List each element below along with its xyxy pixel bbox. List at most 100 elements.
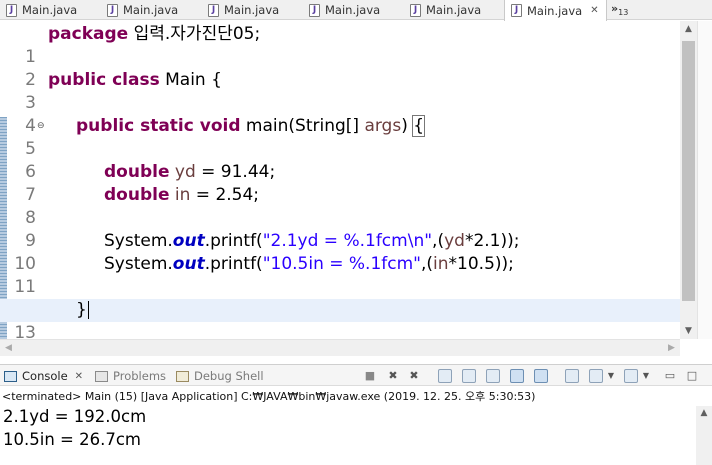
variable-in: in [433, 254, 449, 274]
printf-call: .printf( [204, 231, 263, 251]
text-caret [87, 301, 89, 319]
display-console-icon[interactable] [589, 369, 603, 383]
code-line-9: 9 [0, 207, 680, 251]
tab-problems[interactable]: Problems [95, 365, 166, 387]
string-literal: "10.5in = %.1fcm" [262, 254, 421, 274]
remove-launch-icon[interactable]: ✖ [386, 369, 400, 383]
editor-tab-6-active[interactable]: J Main.java ✕ [504, 0, 607, 21]
overview-ruler [697, 21, 712, 339]
scroll-up-icon[interactable]: ▲ [680, 21, 697, 37]
editor-tab-2[interactable]: J Main.java [101, 0, 178, 20]
out-field: out [172, 254, 205, 274]
close-tab-icon[interactable]: ✕ [590, 5, 598, 16]
printf-args: *10.5)); [448, 254, 514, 274]
code-line-11: 11 System.out.printf("10.5in = %.1fcm",(… [0, 253, 680, 297]
assignment: = 91.44; [195, 162, 276, 182]
close-tab-icon[interactable]: ✕ [75, 371, 83, 382]
terminate-icon[interactable]: ■ [363, 369, 377, 383]
editor-horizontal-scrollbar[interactable]: ◀ ▶ [0, 339, 680, 356]
problems-tab-label: Problems [113, 369, 167, 383]
java-file-icon: J [208, 3, 219, 17]
editor-tab-3[interactable]: J Main.java [202, 0, 279, 20]
show-console-on-error-icon[interactable] [534, 369, 548, 383]
console-output-line: 10.5in = 26.7cm [3, 430, 141, 449]
maximize-icon[interactable]: □ [685, 369, 699, 383]
tab-overflow-button[interactable]: »13 [611, 2, 628, 17]
java-file-icon: J [410, 3, 421, 17]
scroll-up-icon[interactable]: ▲ [696, 408, 712, 418]
fold-collapse-icon[interactable]: ⊖ [37, 115, 45, 138]
code-line-12: 12 [0, 276, 680, 320]
debug-shell-icon [176, 370, 189, 382]
closing-brace: } [76, 300, 87, 320]
console-output[interactable]: 2.1yd = 192.0cm 10.5in = 26.7cm [0, 407, 696, 465]
editor-tab-label: Main.java [426, 3, 482, 17]
variable-yd: yd [444, 231, 465, 251]
scroll-down-icon[interactable]: ▼ [680, 323, 697, 339]
scroll-left-icon[interactable]: ◀ [0, 340, 17, 357]
remove-all-launches-icon[interactable]: ✖ [407, 369, 421, 383]
string-literal: "2.1yd = %.1fcm\n" [262, 231, 433, 251]
code-line-1: 1 package 입력.자가진단05; [0, 23, 680, 67]
chevron-down-icon[interactable]: ▼ [604, 369, 618, 383]
code-line-13-current: 13 } [0, 299, 680, 341]
chevron-down-icon[interactable]: ▼ [639, 369, 653, 383]
scroll-right-icon[interactable]: ▶ [663, 340, 680, 357]
console-output-line: 2.1yd = 192.0cm [3, 407, 147, 426]
overflow-count: 13 [618, 8, 629, 18]
open-console-icon[interactable] [624, 369, 638, 383]
class-declaration: Main { [159, 70, 222, 90]
console-view-toolbar: Console ✕ Problems Debug Shell ■ ✖ ✖ ▼ ▼… [0, 364, 712, 386]
editor-tab-label: Main.java [123, 3, 179, 17]
editor-tab-1[interactable]: J Main.java [0, 0, 77, 20]
editor-tab-label: Main.java [325, 3, 381, 17]
code-editor[interactable]: 1 package 입력.자가진단05; 2 3 public class Ma… [0, 21, 712, 341]
system-class: System. [104, 231, 173, 251]
code-line-4: 4 [0, 92, 680, 136]
show-console-on-output-icon[interactable] [510, 369, 524, 383]
clear-console-icon[interactable] [438, 369, 452, 383]
editor-tab-label: Main.java [224, 3, 280, 17]
tab-console[interactable]: Console ✕ [4, 365, 83, 387]
assignment: = 2.54; [190, 185, 260, 205]
editor-tab-4[interactable]: J Main.java [303, 0, 380, 20]
scroll-lock-icon[interactable] [462, 369, 476, 383]
code-line-5: 5 ⊖ public static void main(String[] arg… [0, 115, 680, 159]
editor-tab-label: Main.java [22, 3, 78, 17]
pin-console-icon[interactable] [565, 369, 579, 383]
system-class: System. [104, 254, 173, 274]
console-icon [4, 370, 17, 382]
code-line-6: 6 [0, 138, 680, 182]
console-vertical-scrollbar[interactable]: ▲ [696, 406, 712, 465]
out-field: out [172, 231, 205, 251]
keyword: package [48, 24, 129, 44]
editor-tab-bar: J Main.java J Main.java J Main.java J Ma… [0, 0, 712, 21]
package-name: 입력.자가진단05; [128, 24, 261, 44]
keyword: public class [48, 70, 160, 90]
printf-call: .printf( [204, 254, 263, 274]
console-process-status: <terminated> Main (15) [Java Application… [2, 390, 536, 403]
printf-args: ,( [421, 254, 434, 274]
editor-tab-5[interactable]: J Main.java [404, 0, 481, 20]
keyword: double [104, 185, 170, 205]
method-name: main(String[] [240, 116, 365, 136]
code-line-3: 3 public class Main { [0, 69, 680, 113]
java-file-icon: J [6, 3, 17, 17]
minimize-icon[interactable]: ▭ [663, 369, 677, 383]
editor-vertical-scrollbar[interactable]: ▲ ▼ [680, 21, 697, 339]
tab-debug-shell[interactable]: Debug Shell [176, 365, 264, 387]
scroll-thumb[interactable] [682, 41, 695, 301]
editor-tab-label: Main.java [527, 3, 583, 18]
code-line-10: 10 System.out.printf("2.1yd = %.1fcm\n",… [0, 230, 680, 274]
printf-args: ,( [432, 231, 445, 251]
variable-in: in [174, 185, 191, 205]
word-wrap-icon[interactable] [486, 369, 500, 383]
java-file-icon: J [309, 3, 320, 17]
variable-yd: yd [174, 162, 196, 182]
matching-bracket: { [412, 115, 426, 137]
code-line-8: 8 double in = 2.54; [0, 184, 680, 228]
method-paren: ) [401, 116, 414, 136]
method-arg: args [364, 116, 402, 136]
problems-icon [95, 370, 108, 382]
code-line-7: 7 double yd = 91.44; [0, 161, 680, 205]
